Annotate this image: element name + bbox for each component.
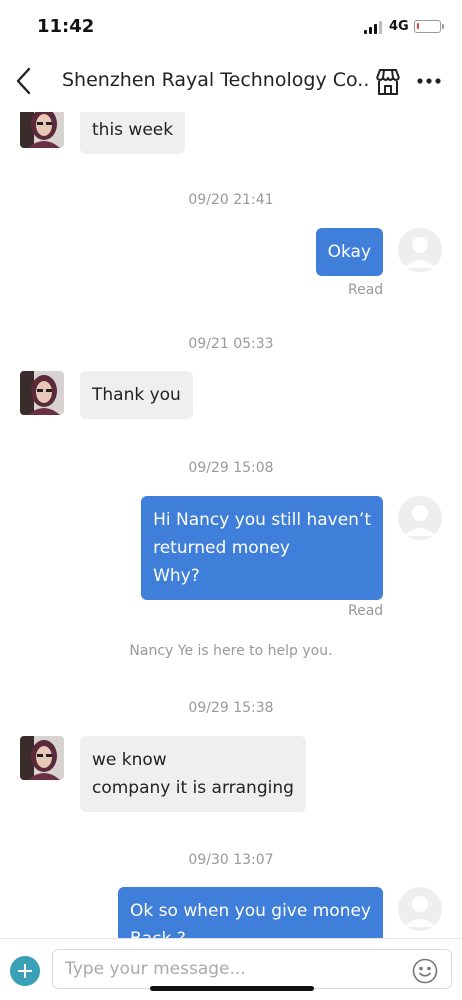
signal-icon [364,21,384,34]
message-timestamp: 09/21 05:33 [188,336,274,352]
store-icon[interactable] [372,66,404,98]
chat-header: Shenzhen Rayal Technology Co.... [0,52,462,112]
system-notice: Nancy Ye is here to help you. [129,643,333,659]
conversation-title: Shenzhen Rayal Technology Co.... [62,69,368,91]
contact-avatar[interactable] [20,371,64,415]
add-attachment-button[interactable] [10,956,40,986]
message-input[interactable] [52,949,452,989]
emoji-icon[interactable] [412,958,438,984]
message-bubble-outgoing[interactable]: Ok so when you give money Back ? [118,887,383,938]
more-horizontal-icon[interactable] [414,66,444,96]
status-bar: 11:42 4G [0,0,462,52]
home-indicator [150,986,314,991]
message-bubble-outgoing[interactable]: Hi Nancy you still haven’t returned mone… [141,496,383,600]
status-time: 11:42 [37,16,95,37]
user-avatar[interactable] [398,496,442,540]
network-type: 4G [389,19,409,34]
message-bubble-incoming[interactable]: this week [80,112,186,154]
message-list[interactable]: this week 09/20 21:41 Okay Read 09/21 05… [0,112,462,938]
battery-level [417,23,419,29]
read-status: Read [348,282,384,298]
message-timestamp: 09/20 21:41 [188,192,274,208]
message-timestamp: 09/30 13:07 [188,852,274,868]
message-bubble-incoming[interactable]: we know company it is arranging [80,736,306,812]
message-timestamp: 09/29 15:38 [188,700,274,716]
user-avatar[interactable] [398,228,442,272]
message-timestamp: 09/29 15:08 [188,460,274,476]
user-avatar[interactable] [398,887,442,931]
message-bubble-incoming[interactable]: Thank you [80,371,193,419]
contact-avatar[interactable] [20,736,64,780]
contact-avatar[interactable] [20,112,64,148]
chevron-left-icon[interactable] [10,64,42,98]
message-bubble-outgoing[interactable]: Okay [315,228,383,276]
chat-screen: 11:42 4G Shenzhen Rayal Technology Co...… [0,0,462,1000]
read-status: Read [348,603,384,619]
battery-icon [414,20,444,33]
